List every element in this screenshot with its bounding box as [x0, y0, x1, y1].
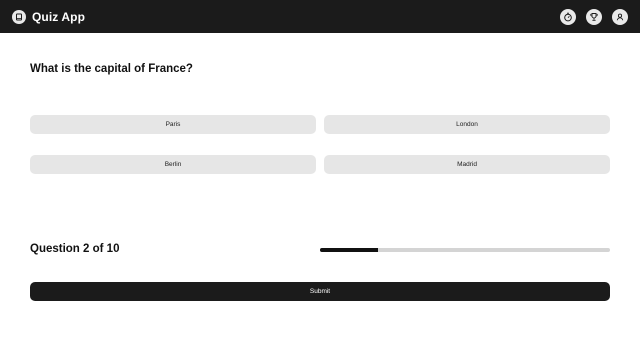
option-london[interactable]: London	[324, 115, 610, 134]
header-actions	[560, 8, 628, 25]
top-bar: Quiz App	[0, 0, 640, 33]
progress-bar	[320, 248, 610, 252]
option-madrid[interactable]: Madrid	[324, 155, 610, 174]
progress-fill	[320, 248, 378, 252]
submit-button[interactable]: Submit	[30, 282, 610, 301]
trophy-icon[interactable]	[586, 8, 602, 25]
brand: Quiz App	[12, 9, 86, 24]
timer-icon[interactable]	[560, 8, 576, 25]
option-berlin[interactable]: Berlin	[30, 155, 316, 174]
app-title: Quiz App	[32, 9, 86, 24]
profile-icon[interactable]	[612, 8, 628, 25]
question-counter: Question 2 of 10	[30, 243, 120, 255]
book-icon	[12, 9, 26, 24]
question-text: What is the capital of France?	[30, 63, 193, 75]
option-paris[interactable]: Paris	[30, 115, 316, 134]
answer-options: Paris London Berlin Madrid	[30, 115, 610, 174]
